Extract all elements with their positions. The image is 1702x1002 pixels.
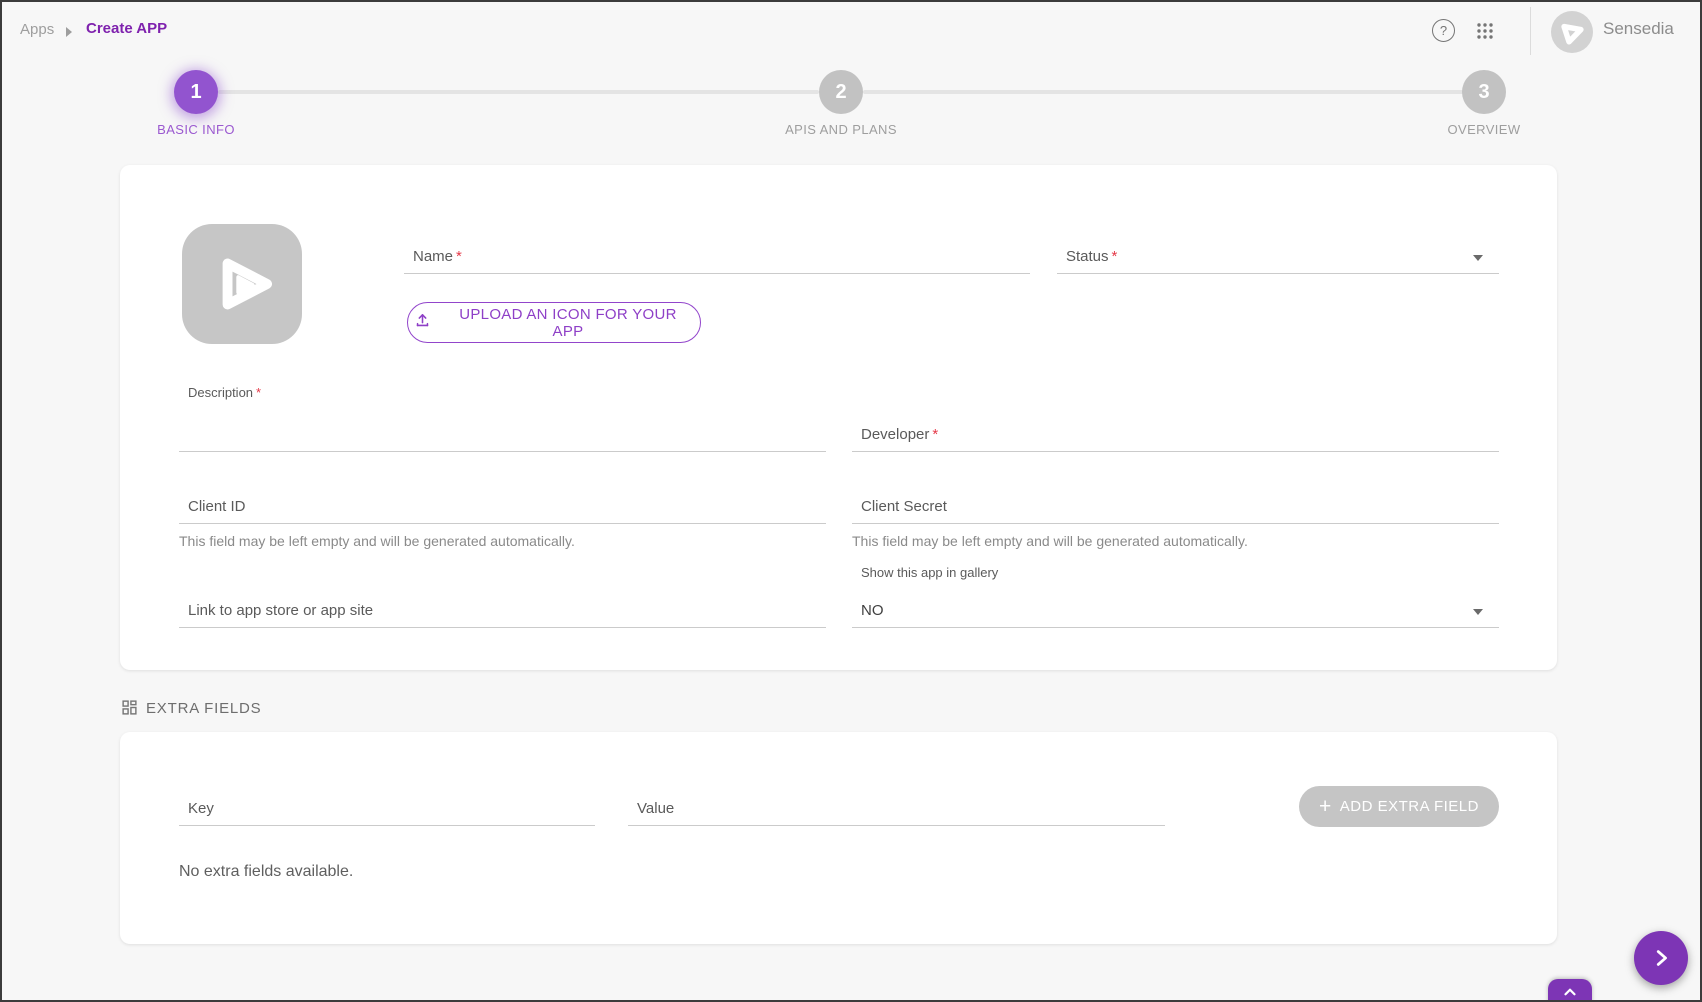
upload-button-label: UPLOAD AN ICON FOR YOUR APP <box>442 306 694 340</box>
extra-field-key-input[interactable]: Key <box>179 792 595 826</box>
app-store-link-label: Link to app store or app site <box>188 602 373 619</box>
gallery-select[interactable]: Show this app in gallery NO <box>852 562 1499 628</box>
input-underline <box>179 451 826 452</box>
required-asterisk: * <box>1112 248 1118 265</box>
gallery-label: Show this app in gallery <box>861 565 998 580</box>
next-step-button[interactable] <box>1634 931 1688 985</box>
input-underline <box>628 825 1165 826</box>
app-store-link-input[interactable]: Link to app store or app site <box>179 593 826 628</box>
chevron-up-icon <box>1560 983 1580 1001</box>
step-2-label: APIS AND PLANS <box>721 122 961 137</box>
extra-fields-card <box>120 732 1557 944</box>
chevron-right-icon <box>1650 947 1672 969</box>
input-underline <box>179 523 826 524</box>
plus-icon: + <box>1319 796 1332 817</box>
scroll-to-top-button[interactable] <box>1548 979 1592 1002</box>
client-id-helper-text: This field may be left empty and will be… <box>179 533 575 549</box>
description-label: Description <box>188 385 253 400</box>
play-logo-icon <box>204 246 280 322</box>
client-secret-label: Client Secret <box>861 498 947 515</box>
no-extra-fields-message: No extra fields available. <box>179 863 353 881</box>
client-id-label: Client ID <box>188 498 246 515</box>
sensedia-logo-icon[interactable] <box>1551 11 1593 53</box>
upload-icon <box>414 312 431 333</box>
gallery-selected-value: NO <box>861 602 884 619</box>
create-app-page: Apps Create APP ? Sensedia 1 2 3 BASIC I… <box>0 0 1702 1002</box>
breadcrumb-apps[interactable]: Apps <box>20 21 54 38</box>
chevron-right-icon <box>64 25 74 43</box>
add-extra-field-button[interactable]: + ADD EXTRA FIELD <box>1299 786 1499 827</box>
extra-fields-icon <box>121 699 138 721</box>
description-input[interactable]: Description* <box>179 382 826 452</box>
stepper-connector <box>218 90 819 94</box>
app-icon-placeholder <box>182 224 302 344</box>
help-icon[interactable]: ? <box>1432 19 1455 42</box>
input-underline <box>179 825 595 826</box>
value-label: Value <box>637 800 674 817</box>
header-divider <box>1530 7 1531 55</box>
name-input[interactable]: Name* <box>404 240 1030 274</box>
step-3-label: OVERVIEW <box>1364 122 1604 137</box>
step-1-label: BASIC INFO <box>76 122 316 137</box>
client-secret-input[interactable]: Client Secret <box>852 489 1499 524</box>
key-label: Key <box>188 800 214 817</box>
status-select[interactable]: Status* <box>1057 240 1499 274</box>
breadcrumb-current-create-app: Create APP <box>86 20 167 37</box>
brand-name: Sensedia <box>1603 19 1674 39</box>
step-1-circle[interactable]: 1 <box>174 70 218 114</box>
input-underline <box>852 627 1499 628</box>
client-secret-helper-text: This field may be left empty and will be… <box>852 533 1248 549</box>
step-3-circle: 3 <box>1462 70 1506 114</box>
dropdown-arrow-icon[interactable] <box>1473 609 1483 615</box>
name-label: Name <box>413 248 453 265</box>
status-label: Status <box>1066 248 1109 265</box>
input-underline <box>179 627 826 628</box>
required-asterisk: * <box>456 248 462 265</box>
input-underline <box>404 273 1030 274</box>
developer-input[interactable]: Developer* <box>852 417 1499 452</box>
extra-field-value-input[interactable]: Value <box>628 792 1165 826</box>
add-extra-field-label: ADD EXTRA FIELD <box>1340 798 1479 815</box>
apps-grid-icon[interactable] <box>1475 21 1495 46</box>
required-asterisk: * <box>932 426 938 443</box>
client-id-input[interactable]: Client ID <box>179 489 826 524</box>
extra-fields-section-title: EXTRA FIELDS <box>146 700 261 717</box>
step-2-circle: 2 <box>819 70 863 114</box>
stepper-connector <box>863 90 1464 94</box>
input-underline <box>852 523 1499 524</box>
input-underline <box>852 451 1499 452</box>
upload-icon-button[interactable]: UPLOAD AN ICON FOR YOUR APP <box>407 302 701 343</box>
input-underline <box>1057 273 1499 274</box>
required-asterisk: * <box>256 385 261 400</box>
developer-label: Developer <box>861 426 929 443</box>
dropdown-arrow-icon[interactable] <box>1473 255 1483 261</box>
